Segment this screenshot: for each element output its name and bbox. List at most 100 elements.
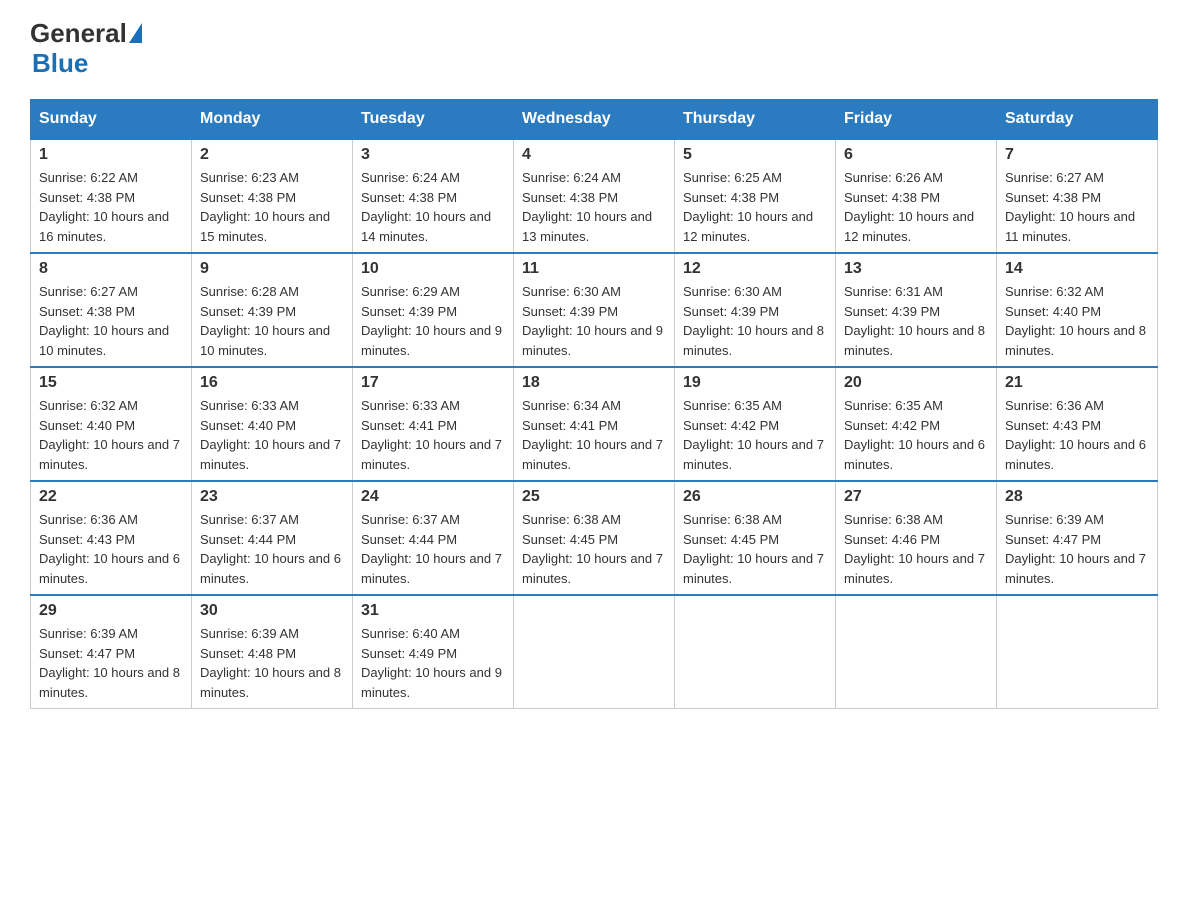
calendar-cell: 1 Sunrise: 6:22 AMSunset: 4:38 PMDayligh… [31,139,192,253]
day-info: Sunrise: 6:39 AMSunset: 4:48 PMDaylight:… [200,626,341,700]
day-info: Sunrise: 6:38 AMSunset: 4:45 PMDaylight:… [522,512,663,586]
calendar-cell: 20 Sunrise: 6:35 AMSunset: 4:42 PMDaylig… [836,367,997,481]
calendar-cell: 13 Sunrise: 6:31 AMSunset: 4:39 PMDaylig… [836,253,997,367]
day-info: Sunrise: 6:30 AMSunset: 4:39 PMDaylight:… [683,284,824,358]
calendar-cell: 17 Sunrise: 6:33 AMSunset: 4:41 PMDaylig… [353,367,514,481]
day-number: 2 [200,146,344,164]
day-number: 8 [39,260,183,278]
calendar-cell [997,595,1158,709]
calendar-cell: 21 Sunrise: 6:36 AMSunset: 4:43 PMDaylig… [997,367,1158,481]
day-number: 5 [683,146,827,164]
day-info: Sunrise: 6:36 AMSunset: 4:43 PMDaylight:… [1005,398,1146,472]
calendar-cell [675,595,836,709]
calendar-cell: 4 Sunrise: 6:24 AMSunset: 4:38 PMDayligh… [514,139,675,253]
weekday-header-monday: Monday [192,100,353,140]
day-info: Sunrise: 6:37 AMSunset: 4:44 PMDaylight:… [200,512,341,586]
day-number: 11 [522,260,666,278]
day-number: 15 [39,374,183,392]
day-info: Sunrise: 6:29 AMSunset: 4:39 PMDaylight:… [361,284,502,358]
day-info: Sunrise: 6:33 AMSunset: 4:40 PMDaylight:… [200,398,341,472]
weekday-header-tuesday: Tuesday [353,100,514,140]
logo-blue-text: Blue [32,48,88,78]
calendar-cell: 31 Sunrise: 6:40 AMSunset: 4:49 PMDaylig… [353,595,514,709]
day-info: Sunrise: 6:23 AMSunset: 4:38 PMDaylight:… [200,170,330,244]
calendar-cell: 6 Sunrise: 6:26 AMSunset: 4:38 PMDayligh… [836,139,997,253]
weekday-header-wednesday: Wednesday [514,100,675,140]
day-info: Sunrise: 6:24 AMSunset: 4:38 PMDaylight:… [361,170,491,244]
day-number: 24 [361,488,505,506]
calendar-cell: 5 Sunrise: 6:25 AMSunset: 4:38 PMDayligh… [675,139,836,253]
day-number: 29 [39,602,183,620]
calendar-cell: 18 Sunrise: 6:34 AMSunset: 4:41 PMDaylig… [514,367,675,481]
calendar-week-3: 15 Sunrise: 6:32 AMSunset: 4:40 PMDaylig… [31,367,1158,481]
calendar-cell: 27 Sunrise: 6:38 AMSunset: 4:46 PMDaylig… [836,481,997,595]
day-info: Sunrise: 6:28 AMSunset: 4:39 PMDaylight:… [200,284,330,358]
day-number: 6 [844,146,988,164]
day-number: 30 [200,602,344,620]
day-info: Sunrise: 6:24 AMSunset: 4:38 PMDaylight:… [522,170,652,244]
day-number: 26 [683,488,827,506]
day-number: 19 [683,374,827,392]
calendar-cell: 10 Sunrise: 6:29 AMSunset: 4:39 PMDaylig… [353,253,514,367]
day-number: 4 [522,146,666,164]
calendar-cell [514,595,675,709]
calendar-cell: 25 Sunrise: 6:38 AMSunset: 4:45 PMDaylig… [514,481,675,595]
page-header: General Blue [30,20,1158,79]
calendar-cell: 15 Sunrise: 6:32 AMSunset: 4:40 PMDaylig… [31,367,192,481]
day-number: 9 [200,260,344,278]
day-info: Sunrise: 6:38 AMSunset: 4:46 PMDaylight:… [844,512,985,586]
calendar-cell: 28 Sunrise: 6:39 AMSunset: 4:47 PMDaylig… [997,481,1158,595]
day-number: 22 [39,488,183,506]
calendar-cell: 9 Sunrise: 6:28 AMSunset: 4:39 PMDayligh… [192,253,353,367]
day-number: 10 [361,260,505,278]
day-number: 3 [361,146,505,164]
day-number: 25 [522,488,666,506]
day-info: Sunrise: 6:34 AMSunset: 4:41 PMDaylight:… [522,398,663,472]
calendar-cell: 7 Sunrise: 6:27 AMSunset: 4:38 PMDayligh… [997,139,1158,253]
day-number: 28 [1005,488,1149,506]
day-number: 13 [844,260,988,278]
day-number: 31 [361,602,505,620]
day-number: 1 [39,146,183,164]
day-info: Sunrise: 6:32 AMSunset: 4:40 PMDaylight:… [39,398,180,472]
day-info: Sunrise: 6:35 AMSunset: 4:42 PMDaylight:… [844,398,985,472]
logo-triangle-icon [129,23,142,43]
day-number: 17 [361,374,505,392]
day-info: Sunrise: 6:32 AMSunset: 4:40 PMDaylight:… [1005,284,1146,358]
weekday-header-thursday: Thursday [675,100,836,140]
calendar-cell: 12 Sunrise: 6:30 AMSunset: 4:39 PMDaylig… [675,253,836,367]
weekday-header-sunday: Sunday [31,100,192,140]
day-info: Sunrise: 6:39 AMSunset: 4:47 PMDaylight:… [1005,512,1146,586]
day-info: Sunrise: 6:38 AMSunset: 4:45 PMDaylight:… [683,512,824,586]
day-number: 12 [683,260,827,278]
calendar-cell: 26 Sunrise: 6:38 AMSunset: 4:45 PMDaylig… [675,481,836,595]
day-number: 18 [522,374,666,392]
calendar-cell: 24 Sunrise: 6:37 AMSunset: 4:44 PMDaylig… [353,481,514,595]
day-number: 16 [200,374,344,392]
calendar-cell: 30 Sunrise: 6:39 AMSunset: 4:48 PMDaylig… [192,595,353,709]
calendar-week-5: 29 Sunrise: 6:39 AMSunset: 4:47 PMDaylig… [31,595,1158,709]
logo: General Blue [30,20,142,79]
day-info: Sunrise: 6:39 AMSunset: 4:47 PMDaylight:… [39,626,180,700]
day-info: Sunrise: 6:40 AMSunset: 4:49 PMDaylight:… [361,626,502,700]
day-number: 20 [844,374,988,392]
day-number: 23 [200,488,344,506]
weekday-header-saturday: Saturday [997,100,1158,140]
day-info: Sunrise: 6:30 AMSunset: 4:39 PMDaylight:… [522,284,663,358]
day-number: 21 [1005,374,1149,392]
day-info: Sunrise: 6:37 AMSunset: 4:44 PMDaylight:… [361,512,502,586]
weekday-header-friday: Friday [836,100,997,140]
calendar-week-1: 1 Sunrise: 6:22 AMSunset: 4:38 PMDayligh… [31,139,1158,253]
calendar-cell: 2 Sunrise: 6:23 AMSunset: 4:38 PMDayligh… [192,139,353,253]
day-info: Sunrise: 6:27 AMSunset: 4:38 PMDaylight:… [1005,170,1135,244]
calendar-cell: 3 Sunrise: 6:24 AMSunset: 4:38 PMDayligh… [353,139,514,253]
day-info: Sunrise: 6:25 AMSunset: 4:38 PMDaylight:… [683,170,813,244]
calendar-cell: 29 Sunrise: 6:39 AMSunset: 4:47 PMDaylig… [31,595,192,709]
day-info: Sunrise: 6:27 AMSunset: 4:38 PMDaylight:… [39,284,169,358]
calendar-week-2: 8 Sunrise: 6:27 AMSunset: 4:38 PMDayligh… [31,253,1158,367]
weekday-header-row: SundayMondayTuesdayWednesdayThursdayFrid… [31,100,1158,140]
calendar-cell: 16 Sunrise: 6:33 AMSunset: 4:40 PMDaylig… [192,367,353,481]
calendar-cell: 8 Sunrise: 6:27 AMSunset: 4:38 PMDayligh… [31,253,192,367]
day-number: 7 [1005,146,1149,164]
day-info: Sunrise: 6:35 AMSunset: 4:42 PMDaylight:… [683,398,824,472]
